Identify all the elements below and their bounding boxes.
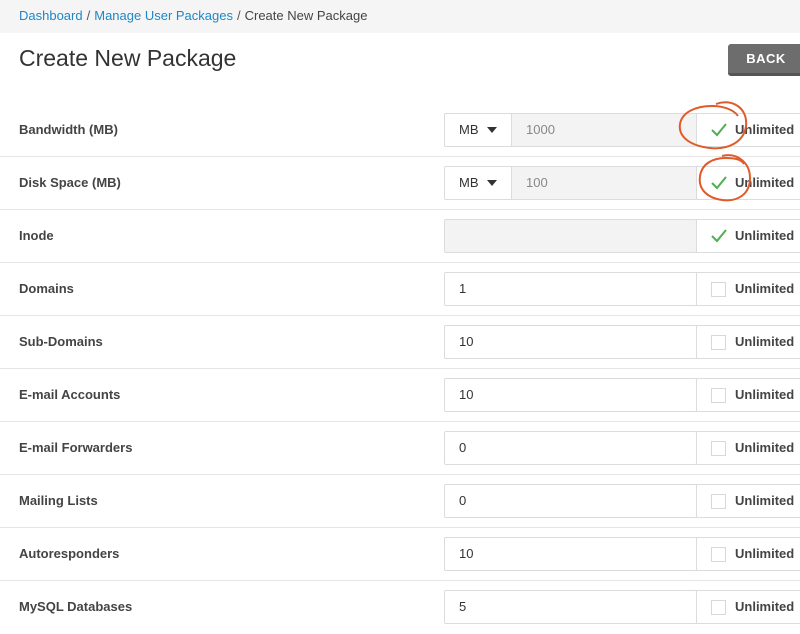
bandwidth-input[interactable]: 1000	[511, 113, 697, 147]
autoresponders-input[interactable]: 10	[444, 537, 697, 571]
form-row-bandwidth: Bandwidth (MB) MB 1000 Unlimited	[0, 104, 800, 157]
email-forwarders-input[interactable]: 0	[444, 431, 697, 465]
unlimited-label: Unlimited	[735, 493, 795, 508]
disk-space-unlimited-toggle[interactable]: Unlimited	[696, 166, 800, 200]
page-title: Create New Package	[19, 45, 237, 71]
autoresponders-unlimited-checkbox[interactable]	[711, 547, 726, 562]
email-forwarders-label: E-mail Forwarders	[19, 440, 133, 455]
breadcrumb-dashboard-link[interactable]: Dashboard	[19, 8, 83, 23]
sub-domains-label: Sub-Domains	[19, 334, 103, 349]
caret-down-icon	[487, 127, 497, 133]
disk-space-unit-select[interactable]: MB	[444, 166, 512, 200]
disk-space-input[interactable]: 100	[511, 166, 697, 200]
email-accounts-unlimited-toggle[interactable]: Unlimited	[696, 378, 800, 412]
sub-domains-unlimited-toggle[interactable]: Unlimited	[696, 325, 800, 359]
breadcrumb-manage-packages-link[interactable]: Manage User Packages	[94, 8, 233, 23]
inode-input[interactable]	[444, 219, 697, 253]
form-row-disk-space: Disk Space (MB) MB 100 Unlimited	[0, 157, 800, 210]
domains-unlimited-toggle[interactable]: Unlimited	[696, 272, 800, 306]
mailing-lists-label: Mailing Lists	[19, 493, 98, 508]
form-row-mailing-lists: Mailing Lists 0 Unlimited	[0, 475, 800, 528]
domains-unlimited-checkbox[interactable]	[711, 282, 726, 297]
form-row-email-forwarders: E-mail Forwarders 0 Unlimited	[0, 422, 800, 475]
autoresponders-unlimited-toggle[interactable]: Unlimited	[696, 537, 800, 571]
checkmark-icon	[711, 176, 727, 190]
inode-unlimited-checkbox[interactable]	[711, 229, 727, 244]
inode-unlimited-toggle[interactable]: Unlimited	[696, 219, 800, 253]
inode-label: Inode	[19, 228, 54, 243]
breadcrumb-separator: /	[86, 8, 91, 23]
disk-space-unlimited-checkbox[interactable]	[711, 176, 727, 191]
mailing-lists-unlimited-checkbox[interactable]	[711, 494, 726, 509]
form-row-inode: Inode Unlimited	[0, 210, 800, 263]
unlimited-label: Unlimited	[735, 122, 795, 137]
disk-space-label: Disk Space (MB)	[19, 175, 121, 190]
back-button[interactable]: BACK	[728, 44, 800, 76]
unlimited-label: Unlimited	[735, 546, 795, 561]
bandwidth-unit-value: MB	[459, 122, 479, 137]
breadcrumb-current: Create New Package	[244, 8, 368, 23]
form-row-autoresponders: Autoresponders 10 Unlimited	[0, 528, 800, 581]
sub-domains-input[interactable]: 10	[444, 325, 697, 359]
unlimited-label: Unlimited	[735, 281, 795, 296]
checkmark-icon	[711, 123, 727, 137]
autoresponders-label: Autoresponders	[19, 546, 120, 561]
caret-down-icon	[487, 180, 497, 186]
email-forwarders-unlimited-toggle[interactable]: Unlimited	[696, 431, 800, 465]
unlimited-label: Unlimited	[735, 228, 795, 243]
bandwidth-unlimited-checkbox[interactable]	[711, 123, 727, 138]
email-accounts-unlimited-checkbox[interactable]	[711, 388, 726, 403]
unlimited-label: Unlimited	[735, 334, 795, 349]
mysql-databases-input[interactable]: 5	[444, 590, 697, 624]
checkmark-icon	[711, 229, 727, 243]
bandwidth-unit-select[interactable]: MB	[444, 113, 512, 147]
breadcrumb-separator: /	[236, 8, 241, 23]
mailing-lists-unlimited-toggle[interactable]: Unlimited	[696, 484, 800, 518]
form-row-domains: Domains 1 Unlimited	[0, 263, 800, 316]
email-forwarders-unlimited-checkbox[interactable]	[711, 441, 726, 456]
bandwidth-label: Bandwidth (MB)	[19, 122, 118, 137]
mysql-databases-unlimited-checkbox[interactable]	[711, 600, 726, 615]
disk-space-unit-value: MB	[459, 175, 479, 190]
unlimited-label: Unlimited	[735, 387, 795, 402]
bandwidth-unlimited-toggle[interactable]: Unlimited	[696, 113, 800, 147]
breadcrumb: Dashboard / Manage User Packages / Create Ne…	[0, 0, 800, 33]
form-row-email-accounts: E-mail Accounts 10 Unlimited	[0, 369, 800, 422]
domains-label: Domains	[19, 281, 74, 296]
sub-domains-unlimited-checkbox[interactable]	[711, 335, 726, 350]
unlimited-label: Unlimited	[735, 599, 795, 614]
form-row-sub-domains: Sub-Domains 10 Unlimited	[0, 316, 800, 369]
mysql-databases-label: MySQL Databases	[19, 599, 133, 614]
unlimited-label: Unlimited	[735, 440, 795, 455]
email-accounts-input[interactable]: 10	[444, 378, 697, 412]
mailing-lists-input[interactable]: 0	[444, 484, 697, 518]
unlimited-label: Unlimited	[735, 175, 795, 190]
email-accounts-label: E-mail Accounts	[19, 387, 121, 402]
form-row-mysql-databases: MySQL Databases 5 Unlimited	[0, 581, 800, 634]
mysql-databases-unlimited-toggle[interactable]: Unlimited	[696, 590, 800, 624]
domains-input[interactable]: 1	[444, 272, 697, 306]
